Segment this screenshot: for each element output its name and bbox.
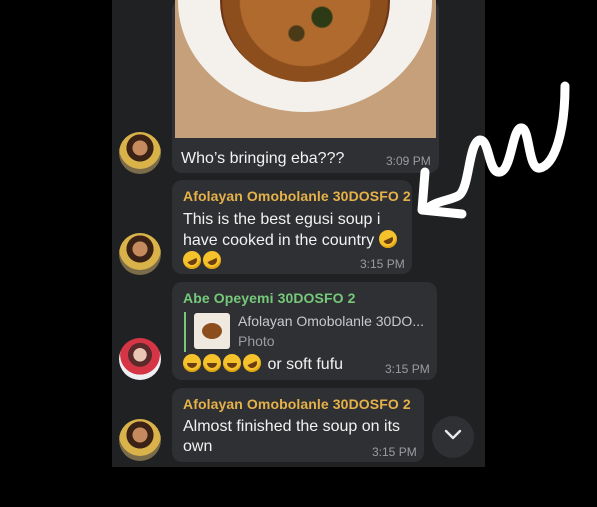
message-text-line-2-text: have cooked in the country <box>183 232 375 249</box>
message-time: 3:09 PM <box>386 154 431 168</box>
sender-name[interactable]: Afolayan Omobolanle 30DOSFO 2 <box>183 188 411 204</box>
photo-message-bubble[interactable]: Who’s bringing eba??? 3:09 PM <box>172 0 439 173</box>
chevron-down-icon <box>443 428 463 446</box>
reply-message-bubble[interactable]: Abe Opeyemi 30DOSFO 2 Afolayan Omobolanl… <box>172 282 437 380</box>
grinning-emoji-icon <box>223 354 241 372</box>
message-time: 3:15 PM <box>372 445 417 459</box>
message-text: Who’s bringing eba??? <box>181 150 345 167</box>
food-photo[interactable] <box>175 0 436 138</box>
rolling-laughing-emoji-icon <box>240 351 264 375</box>
emoji-row <box>180 248 224 272</box>
avatar[interactable] <box>119 338 161 380</box>
message-text-line-1: This is the best egusi soup i <box>183 211 381 228</box>
reply-type-label: Photo <box>238 333 275 349</box>
avatar[interactable] <box>119 419 161 461</box>
message-text-line-2: own <box>183 438 213 455</box>
avatar[interactable] <box>119 233 161 275</box>
message-bubble[interactable]: Afolayan Omobolanle 30DOSFO 2 This is th… <box>172 180 412 274</box>
screenshot-stage: Who’s bringing eba??? 3:09 PM Afolayan O… <box>0 0 597 507</box>
message-text-line-1: Almost finished the soup on its <box>183 418 401 435</box>
scroll-down-button[interactable] <box>432 416 474 458</box>
rolling-laughing-emoji-icon <box>180 248 204 272</box>
message-bubble[interactable]: Afolayan Omobolanle 30DOSFO 2 Almost fin… <box>172 388 424 462</box>
message-text-line-2: have cooked in the country <box>183 227 400 251</box>
rolling-laughing-emoji-icon <box>200 248 224 272</box>
grinning-emoji-icon <box>203 354 221 372</box>
message-text: or soft fufu <box>183 351 344 375</box>
sender-name[interactable]: Afolayan Omobolanle 30DOSFO 2 <box>183 396 411 412</box>
reply-sender-name: Afolayan Omobolanle 30DO... <box>238 313 424 329</box>
reply-photo-thumbnail <box>194 313 230 349</box>
reply-quote[interactable]: Afolayan Omobolanle 30DO... Photo <box>184 312 438 352</box>
chat-panel: Who’s bringing eba??? 3:09 PM Afolayan O… <box>112 0 485 467</box>
message-text-body: or soft fufu <box>267 356 344 373</box>
avatar[interactable] <box>119 132 161 174</box>
message-time: 3:15 PM <box>385 362 430 376</box>
sender-name[interactable]: Abe Opeyemi 30DOSFO 2 <box>183 290 356 306</box>
message-time: 3:15 PM <box>360 257 405 271</box>
rolling-laughing-emoji-icon <box>375 227 400 251</box>
grinning-emoji-icon <box>183 354 201 372</box>
